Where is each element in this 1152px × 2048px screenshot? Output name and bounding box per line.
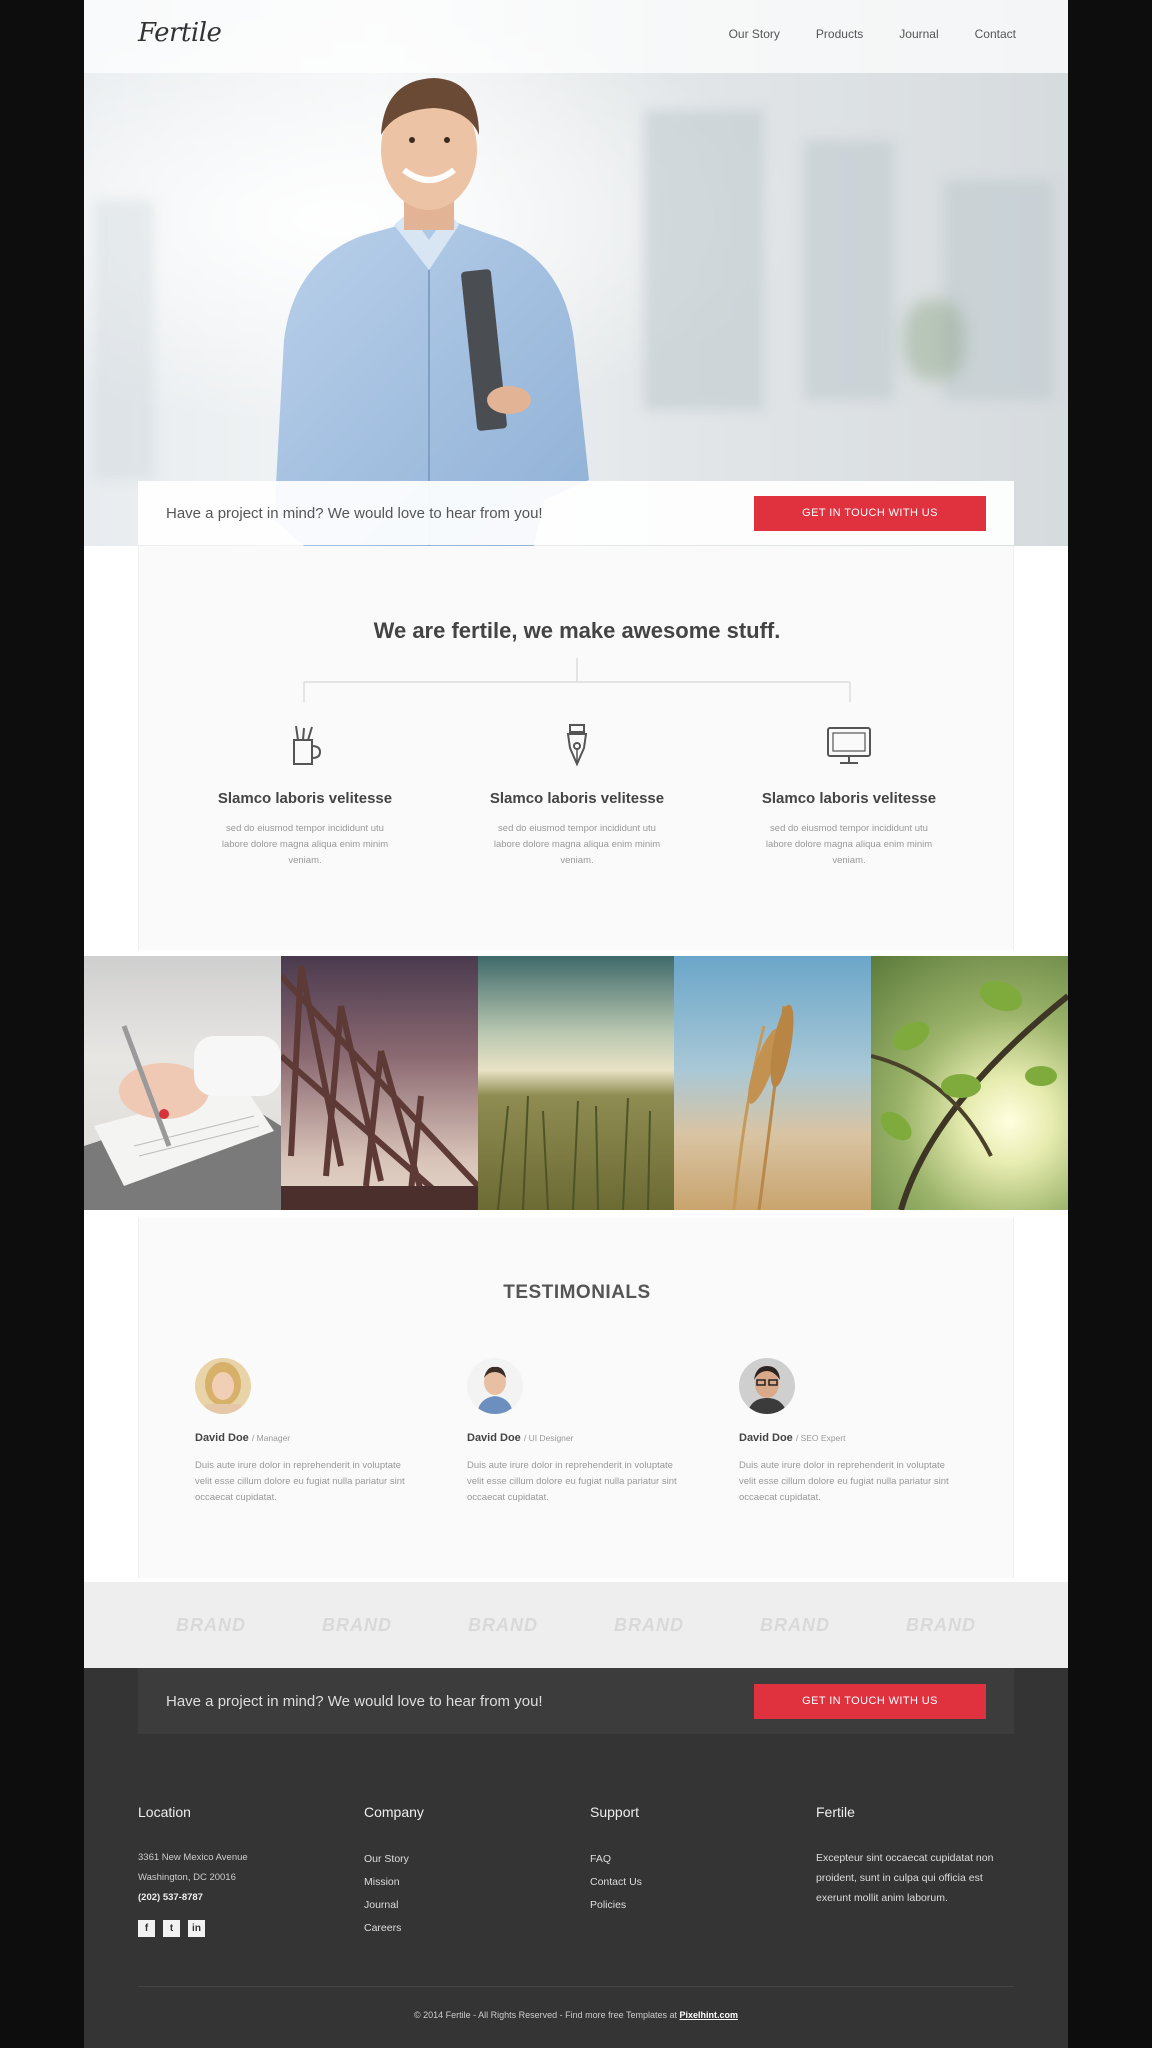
footer-cta-bar: Have a project in mind? We would love to… xyxy=(138,1668,1014,1734)
footer-company-title: Company xyxy=(364,1804,424,1820)
top-navigation-bar: Fertile Our Story Products Journal Conta… xyxy=(84,0,1068,73)
site-footer: Have a project in mind? We would love to… xyxy=(84,1668,1068,2048)
twitter-icon[interactable]: t xyxy=(163,1920,180,1937)
feature-item: Slamco laboris velitesse sed do eiusmod … xyxy=(467,722,687,869)
feature-item: Slamco laboris velitesse sed do eiusmod … xyxy=(195,722,415,869)
footer-about-text: Excepteur sint occaecat cupidatat non pr… xyxy=(816,1852,994,1904)
feature-text: sed do eiusmod tempor incididunt utu lab… xyxy=(221,823,389,866)
testimonial-card: David Doe / Manager Duis aute irure dolo… xyxy=(195,1358,415,1506)
author-name: David Doe xyxy=(467,1432,521,1444)
testimonial-card: David Doe / UI Designer Duis aute irure … xyxy=(467,1358,687,1506)
avatar xyxy=(739,1358,795,1414)
footer-link-faq[interactable]: FAQ xyxy=(590,1848,790,1871)
hero-cta-bar: Have a project in mind? We would love to… xyxy=(138,481,1014,545)
author-role: / Manager xyxy=(251,1433,291,1443)
feature-title: Slamco laboris velitesse xyxy=(217,790,393,807)
get-in-touch-button[interactable]: GET IN TOUCH WITH US xyxy=(754,495,986,531)
author-role: / SEO Expert xyxy=(795,1433,846,1443)
pen-nib-icon xyxy=(566,724,588,767)
bridge-photo[interactable] xyxy=(280,956,478,1210)
footer-support-title: Support xyxy=(590,1804,640,1820)
testimonial-author: David Doe / UI Designer xyxy=(467,1432,687,1444)
nav-link-products[interactable]: Products xyxy=(816,27,863,41)
pencil-cup-icon xyxy=(293,725,322,765)
copyright-label: © 2014 Fertile - All Rights Reserved - F… xyxy=(413,2010,678,2020)
brand-logo: BRAND xyxy=(468,1614,538,1635)
author-name: David Doe xyxy=(739,1432,793,1444)
testimonial-quote: Duis aute irure dolor in reprehenderit i… xyxy=(467,1460,677,1503)
hero-cta-text: Have a project in mind? We would love to… xyxy=(166,504,543,522)
brand-logo: BRAND xyxy=(322,1614,392,1635)
hero-person-image xyxy=(274,78,589,546)
testimonial-card: David Doe / SEO Expert Duis aute irure d… xyxy=(739,1358,959,1506)
feature-title: Slamco laboris velitesse xyxy=(489,790,665,807)
facebook-icon[interactable]: f xyxy=(138,1920,155,1937)
testimonials-title: TESTIMONIALS xyxy=(503,1282,651,1303)
pixelhint-link[interactable]: Pixelhint.com xyxy=(680,2010,739,2020)
intro-title: We are fertile, we make awesome stuff. xyxy=(373,618,781,643)
address-line-2: Washington, DC 20016 xyxy=(138,1872,236,1883)
avatar xyxy=(467,1358,523,1414)
screenshot-frame: Fertile Our Story Products Journal Conta… xyxy=(0,0,1152,2048)
copyright-text: © 2014 Fertile - All Rights Reserved - F… xyxy=(84,2010,1068,2020)
author-role: / UI Designer xyxy=(523,1433,574,1443)
author-name: David Doe xyxy=(195,1432,249,1444)
footer-company-column: Company Our Story Mission Journal Career… xyxy=(364,1804,564,1940)
brand-logo: BRAND xyxy=(760,1614,830,1635)
web-page: Fertile Our Story Products Journal Conta… xyxy=(84,0,1068,2048)
phone-number: (202) 537-8787 xyxy=(138,1892,203,1903)
hero-section: Fertile Our Story Products Journal Conta… xyxy=(84,0,1068,546)
intro-section: We are fertile, we make awesome stuff. S… xyxy=(138,546,1014,950)
linkedin-icon[interactable]: in xyxy=(188,1920,205,1937)
footer-location-title: Location xyxy=(138,1804,191,1820)
photo-gallery-strip xyxy=(84,956,1068,1210)
feature-title: Slamco laboris velitesse xyxy=(761,790,937,807)
brand-logo: BRAND xyxy=(614,1614,684,1635)
field-photo[interactable] xyxy=(477,956,675,1210)
footer-divider xyxy=(138,1986,1014,1987)
footer-link-policies[interactable]: Policies xyxy=(590,1894,790,1917)
writing-photo[interactable] xyxy=(84,956,281,1210)
testimonial-author: David Doe / SEO Expert xyxy=(739,1432,959,1444)
nav-link-contact[interactable]: Contact xyxy=(975,27,1016,41)
footer-about-column: Fertile Excepteur sint occaecat cupidata… xyxy=(816,1804,1016,1908)
footer-get-in-touch-button[interactable]: GET IN TOUCH WITH US xyxy=(754,1683,986,1719)
footer-link-contact-us[interactable]: Contact Us xyxy=(590,1871,790,1894)
avatar xyxy=(195,1358,251,1414)
feature-text: sed do eiusmod tempor incididunt utu lab… xyxy=(765,823,933,866)
testimonial-quote: Duis aute irure dolor in reprehenderit i… xyxy=(739,1460,949,1503)
feature-item: Slamco laboris velitesse sed do eiusmod … xyxy=(739,722,959,869)
feature-connector-lines xyxy=(303,658,851,702)
nav-link-our-story[interactable]: Our Story xyxy=(729,27,780,41)
brand-logo: BRAND xyxy=(176,1614,246,1635)
footer-link-our-story[interactable]: Our Story xyxy=(364,1848,564,1871)
footer-cta-text: Have a project in mind? We would love to… xyxy=(166,1692,543,1710)
main-nav: Our Story Products Journal Contact xyxy=(729,27,1016,41)
testimonials-section: TESTIMONIALS David Doe / Manager Duis au… xyxy=(138,1218,1014,1578)
monitor-icon xyxy=(827,727,871,764)
footer-support-column: Support FAQ Contact Us Policies xyxy=(590,1804,790,1917)
testimonial-author: David Doe / Manager xyxy=(195,1432,415,1444)
testimonial-quote: Duis aute irure dolor in reprehenderit i… xyxy=(195,1460,405,1503)
site-logo[interactable]: Fertile xyxy=(138,18,222,48)
brand-logo: BRAND xyxy=(906,1614,976,1635)
wheat-photo[interactable] xyxy=(674,956,872,1210)
feature-text: sed do eiusmod tempor incididunt utu lab… xyxy=(493,823,661,866)
social-links: f t in xyxy=(138,1920,338,1937)
footer-about-title: Fertile xyxy=(816,1804,855,1820)
footer-link-careers[interactable]: Careers xyxy=(364,1917,564,1940)
footer-link-mission[interactable]: Mission xyxy=(364,1871,564,1894)
leaves-photo[interactable] xyxy=(871,956,1068,1210)
brand-logos-bar: BRAND BRAND BRAND BRAND BRAND BRAND xyxy=(84,1582,1068,1668)
nav-link-journal[interactable]: Journal xyxy=(899,27,938,41)
footer-link-journal[interactable]: Journal xyxy=(364,1894,564,1917)
address-line-1: 3361 New Mexico Avenue xyxy=(138,1852,248,1863)
footer-location-column: Location 3361 New Mexico Avenue Washingt… xyxy=(138,1804,338,1937)
